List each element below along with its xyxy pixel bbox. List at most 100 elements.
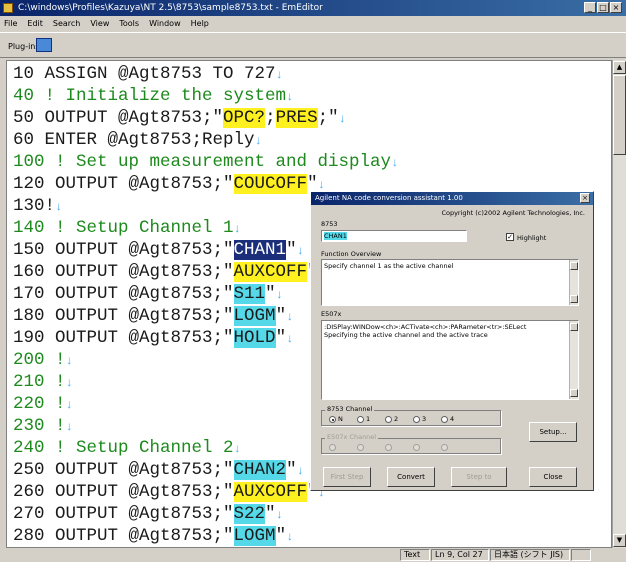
overview-scrollbar[interactable]	[569, 260, 578, 305]
command-field[interactable]: CHAN1	[321, 230, 467, 242]
dialog-close-button[interactable]: Close	[529, 467, 577, 487]
setup-button[interactable]: Setup...	[529, 422, 577, 442]
command-keyword: AUXCOFF	[233, 482, 308, 502]
code-line: 150 OUTPUT @Agt8753;"CHAN1"↓	[13, 239, 304, 262]
newline-icon: ↓	[65, 398, 73, 412]
channel-option-4: 4	[450, 415, 455, 423]
menu-window[interactable]: Window	[149, 17, 181, 31]
code-line: 190 OUTPUT @Agt8753;"HOLD"↓	[13, 327, 293, 350]
highlight-label: Highlight	[517, 234, 547, 242]
code-text: "	[286, 460, 297, 480]
newline-icon: ↓	[65, 376, 73, 390]
code-text: 130!	[13, 196, 56, 216]
overview-scroll-down-icon[interactable]	[570, 295, 578, 303]
code-text: ;	[265, 108, 276, 128]
code-text: 170 OUTPUT @Agt8753;"	[13, 284, 234, 304]
e507x-radio-1[interactable]	[329, 444, 336, 451]
code-text: 210 !	[13, 372, 66, 392]
code-text: 50 OUTPUT @Agt8753;"	[13, 108, 224, 128]
convert-button[interactable]: Convert	[387, 467, 435, 487]
e507x-radio-3[interactable]	[385, 444, 392, 451]
newline-icon: ↓	[317, 178, 325, 192]
overview-textarea[interactable]: Specify channel 1 as the active channel	[321, 259, 579, 306]
minimize-button[interactable]: _	[584, 2, 596, 13]
e507x-textarea[interactable]: :DISPlay:WINDow<ch>:ACTivate<ch>:PARamet…	[321, 320, 579, 400]
maximize-button[interactable]: □	[597, 2, 609, 13]
code-text: 120 OUTPUT @Agt8753;"	[13, 174, 234, 194]
scroll-up-icon[interactable]: ▲	[613, 61, 626, 74]
overview-label: Function Overview	[321, 250, 382, 258]
plugins-toolbar: Plug-ins	[0, 32, 626, 58]
dialog-title: Agilent NA code conversion assistant 1.0…	[311, 192, 593, 205]
newline-icon: ↓	[275, 288, 283, 302]
channel-radio-1[interactable]	[357, 416, 364, 423]
e507x-radio-4[interactable]	[413, 444, 420, 451]
code-text: 180 OUTPUT @Agt8753;"	[13, 306, 234, 326]
first-step-button[interactable]: First Step	[323, 467, 371, 487]
command-keyword: CHAN2	[233, 460, 287, 480]
newline-icon: ↓	[391, 156, 399, 170]
e507x-scrollbar[interactable]	[569, 321, 578, 399]
window-title: C:\windows\Profiles\Kazuya\NT 2.5\8753\s…	[18, 3, 323, 13]
e507x-radio-2[interactable]	[357, 444, 364, 451]
code-line: 170 OUTPUT @Agt8753;"S11"↓	[13, 283, 283, 306]
code-text: 100 ! Set up measurement and display	[13, 152, 392, 172]
command-keyword: OPC?	[223, 108, 266, 128]
newline-icon: ↓	[286, 332, 294, 346]
menu-tools[interactable]: Tools	[119, 17, 139, 31]
code-text: 260 OUTPUT @Agt8753;"	[13, 482, 234, 502]
command-keyword: PRES	[275, 108, 318, 128]
code-text: ;"	[317, 108, 339, 128]
app-icon	[3, 3, 13, 13]
channel-radio-3[interactable]	[413, 416, 420, 423]
menu-search[interactable]: Search	[53, 17, 80, 31]
command-value: CHAN1	[324, 232, 347, 240]
code-line: 120 OUTPUT @Agt8753;"COUCOFF"↓	[13, 173, 325, 196]
channel-radio-4[interactable]	[441, 416, 448, 423]
conversion-assistant-dialog: Agilent NA code conversion assistant 1.0…	[310, 191, 594, 491]
e507x-scroll-down-icon[interactable]	[570, 389, 578, 397]
newline-icon: ↓	[338, 112, 346, 126]
e507x-label: E507x	[321, 310, 342, 318]
code-line: 130!↓	[13, 195, 62, 218]
overview-scroll-up-icon[interactable]	[570, 262, 578, 270]
code-line: 200 !↓	[13, 349, 73, 372]
status-encoding: 日本語 (シフト JIS)	[490, 549, 570, 561]
e507x-scroll-up-icon[interactable]	[570, 323, 578, 331]
newline-icon: ↓	[55, 200, 63, 214]
newline-icon: ↓	[65, 420, 73, 434]
highlight-checkbox[interactable]: ✓	[506, 233, 514, 241]
scroll-thumb[interactable]	[613, 75, 626, 155]
channel-radio-n[interactable]	[329, 416, 336, 423]
command-keyword: LOGM	[233, 306, 276, 326]
menu-edit[interactable]: Edit	[27, 17, 43, 31]
menu-file[interactable]: File	[4, 17, 17, 31]
newline-icon: ↓	[296, 244, 304, 258]
e507x-radio-5[interactable]	[441, 444, 448, 451]
vertical-scrollbar[interactable]: ▲ ▼	[612, 60, 626, 548]
close-button[interactable]: ×	[610, 2, 622, 13]
scroll-down-icon[interactable]: ▼	[613, 534, 626, 547]
newline-icon: ↓	[233, 222, 241, 236]
8753-label: 8753	[321, 220, 338, 228]
command-keyword: CHAN1	[233, 240, 287, 260]
dialog-close-icon[interactable]: ×	[580, 193, 590, 203]
code-line: 50 OUTPUT @Agt8753;"OPC?;PRES;"↓	[13, 107, 346, 130]
code-line: 10 ASSIGN @Agt8753 TO 727↓	[13, 63, 283, 86]
newline-icon: ↓	[286, 530, 294, 544]
code-text: "	[275, 328, 287, 348]
command-keyword: S22	[233, 504, 266, 524]
plugin-icon[interactable]	[36, 38, 52, 52]
newline-icon: ↓	[275, 508, 283, 522]
code-line: 160 OUTPUT @Agt8753;"AUXCOFF"↓	[13, 261, 325, 284]
command-keyword: HOLD	[233, 328, 276, 348]
channel-option-2: 2	[394, 415, 399, 423]
newline-icon: ↓	[296, 464, 304, 478]
code-line: 180 OUTPUT @Agt8753;"LOGM"↓	[13, 305, 293, 328]
channel-radio-2[interactable]	[385, 416, 392, 423]
newline-icon: ↓	[233, 442, 241, 456]
menu-view[interactable]: View	[90, 17, 109, 31]
channel-option-3: 3	[422, 415, 427, 423]
menu-help[interactable]: Help	[191, 17, 209, 31]
step-button[interactable]: Step to	[451, 467, 507, 487]
